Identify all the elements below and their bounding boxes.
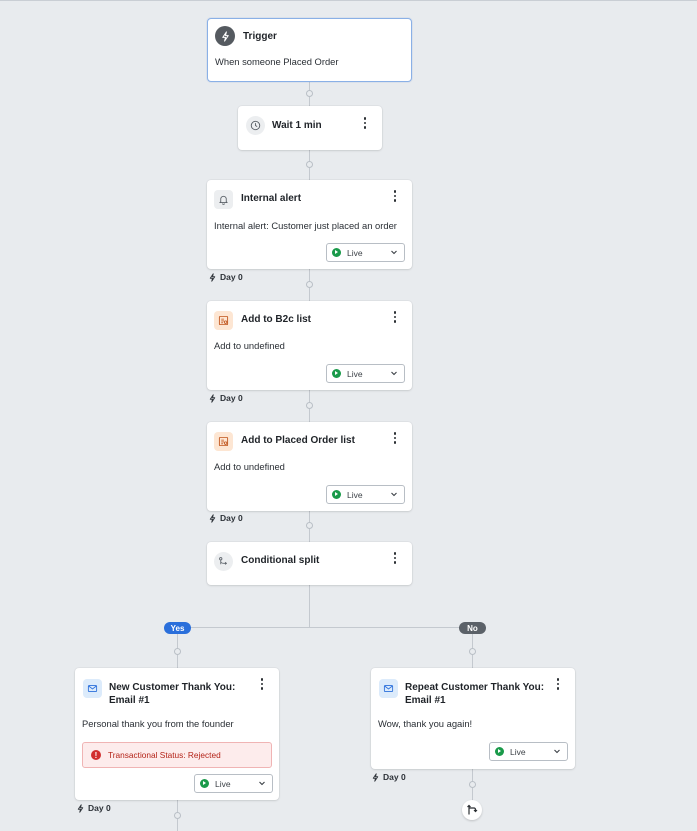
new-customer-email-day-label: Day 0 (76, 803, 111, 813)
live-play-icon (332, 490, 341, 499)
chevron-down-icon (391, 371, 397, 376)
wait-more-menu-button[interactable] (359, 116, 371, 130)
chevron-down-icon (391, 250, 397, 255)
status-label: Live (510, 746, 526, 757)
add-placed-order-list-status-select[interactable]: Live (326, 485, 405, 504)
add-placed-order-list-day-label: Day 0 (208, 513, 243, 523)
add-placed-order-list-more-menu-button[interactable] (389, 431, 401, 445)
internal-alert-status-select[interactable]: Live (326, 243, 405, 262)
live-play-icon (495, 747, 504, 756)
split-icon (214, 552, 233, 571)
repeat-customer-email-title: Repeat Customer Thank You: Email #1 (405, 682, 545, 706)
wait-title: Wait 1 min (272, 120, 322, 131)
status-label: Live (347, 247, 363, 258)
envelope-icon (379, 679, 398, 698)
repeat-customer-email-card[interactable]: Repeat Customer Thank You: Email #1 Wow,… (371, 668, 575, 769)
add-b2c-list-more-menu-button[interactable] (389, 310, 401, 324)
lightning-bolt-icon (77, 803, 84, 813)
repeat-customer-email-description: Wow, thank you again! (378, 718, 473, 729)
trigger-description: When someone Placed Order (215, 56, 339, 67)
chevron-down-icon (554, 749, 560, 754)
lightning-bolt-icon (215, 26, 235, 46)
no-branch-label: No (459, 622, 486, 634)
list-add-icon (214, 311, 233, 330)
internal-alert-day-label: Day 0 (208, 272, 243, 282)
internal-alert-title: Internal alert (241, 193, 302, 204)
bell-icon (214, 190, 233, 209)
top-border (0, 0, 697, 1)
internal-alert-description: Internal alert: Customer just placed an … (214, 220, 397, 231)
lightning-bolt-icon (372, 772, 379, 782)
lightning-bolt-icon (209, 513, 216, 523)
add-b2c-list-status-select[interactable]: Live (326, 364, 405, 383)
add-b2c-list-day-label: Day 0 (208, 393, 243, 403)
repeat-customer-email-status-select[interactable]: Live (489, 742, 568, 761)
envelope-icon (83, 679, 102, 698)
internal-alert-more-menu-button[interactable] (389, 189, 401, 203)
lightning-bolt-icon (209, 393, 216, 403)
repeat-customer-email-more-menu-button[interactable] (552, 677, 564, 691)
internal-alert-card[interactable]: Internal alert Internal alert: Customer … (207, 180, 412, 269)
live-play-icon (332, 248, 341, 257)
add-b2c-list-description: Add to undefined (214, 340, 285, 351)
add-placed-order-list-description: Add to undefined (214, 461, 285, 472)
new-customer-email-title: New Customer Thank You: Email #1 (109, 682, 236, 706)
conditional-split-more-menu-button[interactable] (389, 551, 401, 565)
wait-card[interactable]: Wait 1 min (238, 106, 382, 150)
new-customer-email-description: Personal thank you from the founder (82, 718, 234, 729)
trigger-title: Trigger (243, 31, 277, 42)
live-play-icon (332, 369, 341, 378)
new-customer-email-status-select[interactable]: Live (194, 774, 273, 793)
error-icon: ! (91, 750, 101, 760)
chevron-down-icon (259, 781, 265, 786)
branch-merge-icon (467, 804, 478, 815)
add-b2c-list-card[interactable]: Add to B2c list Add to undefined Live (207, 301, 412, 390)
yes-branch-label: Yes (164, 622, 191, 634)
add-step-button[interactable] (462, 800, 482, 820)
trigger-card[interactable]: Trigger When someone Placed Order (207, 18, 412, 82)
transactional-status-alert: ! Transactional Status: Rejected (82, 742, 272, 768)
status-label: Live (215, 778, 231, 789)
new-customer-email-card[interactable]: New Customer Thank You: Email #1 Persona… (75, 668, 279, 800)
status-label: Live (347, 489, 363, 500)
clock-icon (246, 116, 265, 135)
lightning-bolt-icon (209, 272, 216, 282)
add-b2c-list-title: Add to B2c list (241, 314, 312, 325)
chevron-down-icon (391, 492, 397, 497)
repeat-customer-email-day-label: Day 0 (371, 772, 406, 782)
live-play-icon (200, 779, 209, 788)
list-add-icon (214, 432, 233, 451)
conditional-split-title: Conditional split (241, 555, 320, 566)
new-customer-email-more-menu-button[interactable] (256, 677, 268, 691)
add-placed-order-list-title: Add to Placed Order list (241, 435, 355, 446)
conditional-split-card[interactable]: Conditional split (207, 542, 412, 585)
add-placed-order-list-card[interactable]: Add to Placed Order list Add to undefine… (207, 422, 412, 511)
status-label: Live (347, 368, 363, 379)
